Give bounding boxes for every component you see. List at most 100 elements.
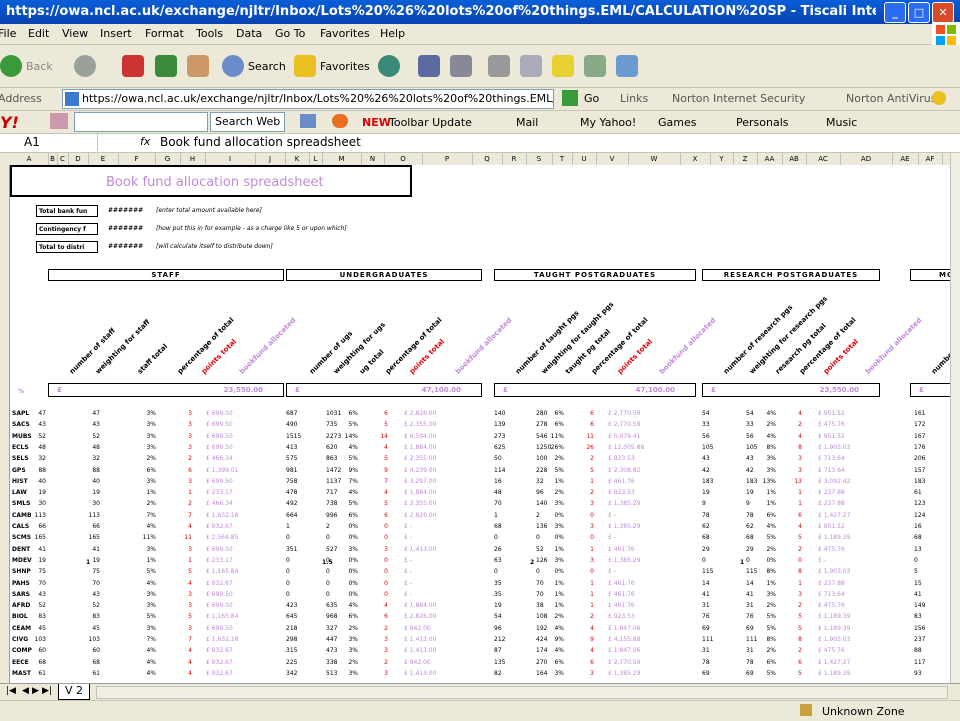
column-header-s[interactable]: S (526, 153, 553, 165)
table-cell[interactable]: 32 (80, 454, 100, 464)
table-cell[interactable]: 8% (756, 567, 776, 577)
table-cell[interactable]: 113 (26, 511, 46, 521)
links-label[interactable]: Links (620, 92, 648, 105)
column-header-q[interactable]: Q (472, 153, 503, 165)
table-cell[interactable]: 0% (338, 590, 358, 600)
table-cell[interactable]: 2% (136, 454, 156, 464)
table-cell[interactable]: 225 (286, 658, 297, 668)
table-cell[interactable]: 4 (782, 522, 802, 532)
table-cell[interactable]: 968 (326, 612, 337, 622)
table-cell[interactable]: 29 (746, 545, 754, 555)
table-cell[interactable]: 4 (368, 488, 388, 498)
table-cell[interactable]: 7% (136, 635, 156, 645)
table-cell[interactable]: 0 (914, 556, 918, 566)
target-icon[interactable] (332, 114, 348, 128)
table-cell[interactable]: 738 (326, 499, 337, 509)
column-header-ab[interactable]: AB (782, 153, 807, 165)
table-cell[interactable]: 3 (782, 466, 802, 476)
table-cell[interactable]: 5% (756, 624, 776, 634)
table-cell[interactable]: £ 1,847.06 (608, 646, 662, 656)
table-cell[interactable]: £ 942.00 (404, 624, 458, 634)
table-cell[interactable]: 69 (746, 669, 754, 679)
table-cell[interactable]: 575 (286, 454, 297, 464)
table-cell[interactable]: £ 942.00 (404, 658, 458, 668)
table-cell[interactable]: 338 (326, 658, 337, 668)
menu-insert[interactable]: Insert (100, 27, 132, 40)
table-cell[interactable]: 6 (574, 409, 594, 419)
table-cell[interactable]: 4 (782, 409, 802, 419)
table-cell[interactable]: 1% (756, 488, 776, 498)
table-cell[interactable]: 0 (368, 590, 388, 600)
table-cell[interactable]: 31 (702, 601, 710, 611)
go-arrow-icon[interactable] (562, 90, 578, 106)
table-cell[interactable]: 8 (782, 635, 802, 645)
table-cell[interactable]: £ - (608, 533, 662, 543)
row-code[interactable]: GPS (12, 466, 26, 476)
table-cell[interactable]: 5% (136, 612, 156, 622)
table-cell[interactable]: 3 (368, 545, 388, 555)
table-cell[interactable]: 62 (746, 522, 754, 532)
table-cell[interactable]: 43 (80, 590, 100, 600)
table-cell[interactable]: £ 1,399.01 (206, 466, 260, 476)
table-cell[interactable]: 3 (172, 443, 192, 453)
table-cell[interactable]: 31 (746, 646, 754, 656)
table-cell[interactable]: £ 2,770.59 (608, 420, 662, 430)
table-cell[interactable]: £ 1,189.39 (818, 612, 872, 622)
table-cell[interactable]: 0 (326, 579, 330, 589)
table-cell[interactable]: 2% (544, 488, 564, 498)
menu-data[interactable]: Data (236, 27, 262, 40)
table-cell[interactable]: 11 (172, 533, 192, 543)
table-cell[interactable]: 3% (136, 477, 156, 487)
table-cell[interactable]: 863 (326, 454, 337, 464)
table-cell[interactable]: 212 (494, 635, 505, 645)
maximize-button[interactable]: □ (908, 2, 930, 23)
table-cell[interactable]: 5% (756, 612, 776, 622)
table-cell[interactable]: 0 (494, 533, 498, 543)
table-cell[interactable]: 4 (574, 624, 594, 634)
table-cell[interactable]: 9 (746, 499, 750, 509)
table-cell[interactable]: 0 (782, 556, 802, 566)
norton-antivirus-button[interactable]: Norton AntiVirus (846, 92, 936, 105)
table-cell[interactable]: £ 1,413.00 (404, 669, 458, 679)
table-cell[interactable]: 0 (368, 579, 388, 589)
table-cell[interactable]: £ 699.50 (206, 624, 260, 634)
table-cell[interactable]: 114 (494, 466, 505, 476)
table-cell[interactable]: £ 1,427.27 (818, 658, 872, 668)
table-cell[interactable]: 6% (338, 409, 358, 419)
table-cell[interactable]: 19 (746, 488, 754, 498)
table-cell[interactable]: 43 (80, 420, 100, 430)
stop-icon[interactable] (122, 55, 144, 77)
table-cell[interactable]: 32 (536, 477, 544, 487)
table-cell[interactable]: 3% (756, 454, 776, 464)
table-cell[interactable]: 4% (544, 646, 564, 656)
table-cell[interactable]: £ 932.67 (206, 646, 260, 656)
table-cell[interactable]: £ 2,826.00 (404, 612, 458, 622)
table-cell[interactable]: 6 (368, 612, 388, 622)
table-cell[interactable]: £ - (404, 533, 458, 543)
table-cell[interactable]: £ 12,005.88 (608, 443, 662, 453)
table-cell[interactable]: 4 (574, 646, 594, 656)
table-cell[interactable]: £ 1,189.39 (818, 624, 872, 634)
table-cell[interactable]: 82 (494, 669, 502, 679)
table-cell[interactable]: 7 (368, 477, 388, 487)
table-cell[interactable]: 6% (756, 658, 776, 668)
table-cell[interactable]: 88 (26, 466, 46, 476)
table-cell[interactable]: 62 (702, 522, 710, 532)
table-cell[interactable]: 4% (338, 443, 358, 453)
table-cell[interactable]: 5 (782, 624, 802, 634)
column-header-f[interactable]: F (118, 153, 156, 165)
table-cell[interactable]: £ 1,413.00 (404, 545, 458, 555)
norton-icon[interactable] (932, 91, 946, 105)
more-total-box[interactable]: £ (910, 383, 950, 397)
table-cell[interactable]: 2% (136, 499, 156, 509)
table-cell[interactable]: 2% (756, 545, 776, 555)
table-cell[interactable]: 6 (574, 420, 594, 430)
table-cell[interactable]: 52 (80, 601, 100, 611)
total-distribute-value[interactable]: ####### (108, 242, 143, 252)
table-cell[interactable]: 69 (702, 669, 710, 679)
table-cell[interactable]: 3 (574, 522, 594, 532)
table-cell[interactable]: 14 (368, 432, 388, 442)
column-header-n[interactable]: N (361, 153, 385, 165)
table-cell[interactable]: 26 (574, 443, 594, 453)
vertical-scrollbar[interactable] (950, 153, 960, 683)
